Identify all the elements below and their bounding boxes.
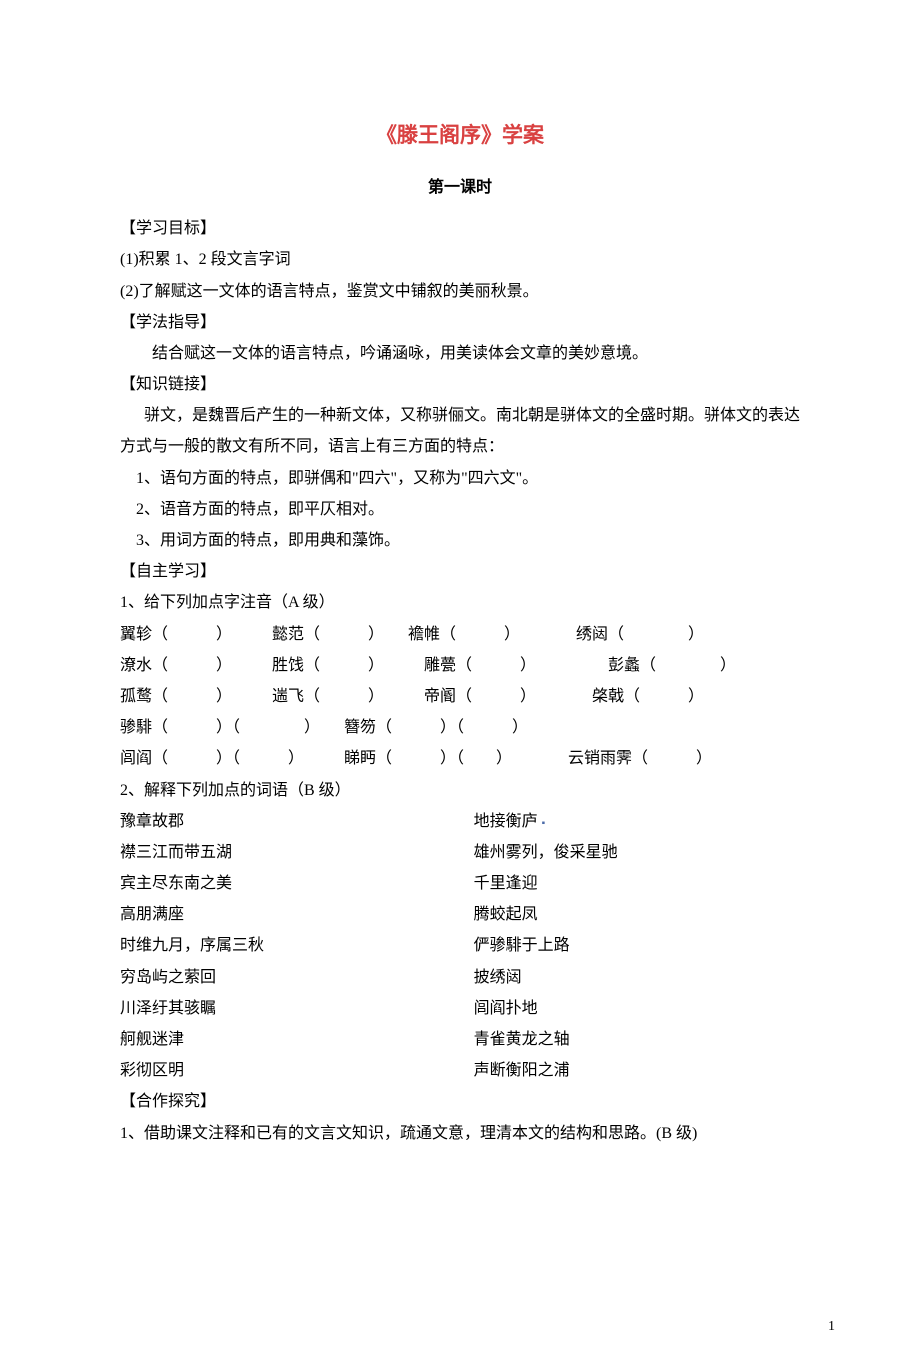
doc-title: 《滕王阁序》学案 bbox=[120, 115, 800, 156]
explain-left: 穷岛屿之萦回 bbox=[120, 962, 474, 993]
explain-row-5: 时维九月，序属三秋 俨骖騑于上路 bbox=[120, 930, 800, 961]
explain-row-1: 豫章故郡 地接衡庐 ▪ bbox=[120, 806, 800, 837]
explain-row-7: 川泽纡其骇瞩 闾阎扑地 bbox=[120, 993, 800, 1024]
knowledge-point-3: 3、用词方面的特点，即用典和藻饰。 bbox=[120, 525, 800, 556]
explain-row-8: 舸舰迷津 青雀黄龙之轴 bbox=[120, 1024, 800, 1055]
explain-right: 俨骖騑于上路 bbox=[474, 930, 800, 961]
explain-left: 川泽纡其骇瞩 bbox=[120, 993, 474, 1024]
explain-left: 襟三江而带五湖 bbox=[120, 837, 474, 868]
heading-goals: 【学习目标】 bbox=[120, 213, 800, 244]
explain-left: 宾主尽东南之美 bbox=[120, 868, 474, 899]
explain-left: 时维九月，序属三秋 bbox=[120, 930, 474, 961]
knowledge-point-2: 2、语音方面的特点，即平仄相对。 bbox=[120, 494, 800, 525]
explain-left: 豫章故郡 bbox=[120, 806, 474, 837]
explain-right: 青雀黄龙之轴 bbox=[474, 1024, 800, 1055]
explain-row-4: 高朋满座 腾蛟起凤 bbox=[120, 899, 800, 930]
explain-left: 高朋满座 bbox=[120, 899, 474, 930]
explain-row-2: 襟三江而带五湖 雄州雾列，俊采星驰 bbox=[120, 837, 800, 868]
pinyin-row-2: 潦水（ ） 胜饯（ ） 雕甍（ ） 彭蠡（ ） bbox=[120, 650, 800, 681]
self-prompt-1: 1、给下列加点字注音（A 级） bbox=[120, 587, 800, 618]
explain-right: 千里逢迎 bbox=[474, 868, 800, 899]
self-prompt-2: 2、解释下列加点的词语（B 级） bbox=[120, 775, 800, 806]
method-text: 结合赋这一文体的语言特点，吟诵涵咏，用美读体会文章的美妙意境。 bbox=[120, 338, 800, 369]
explain-row-3: 宾主尽东南之美 千里逢迎 bbox=[120, 868, 800, 899]
explain-left: 彩彻区明 bbox=[120, 1055, 474, 1086]
explain-row-6: 穷岛屿之萦回 披绣闼 bbox=[120, 962, 800, 993]
collab-item-1: 1、借助课文注释和已有的文言文知识，疏通文意，理清本文的结构和思路。(B 级) bbox=[120, 1118, 800, 1149]
explain-right: 雄州雾列，俊采星驰 bbox=[474, 837, 800, 868]
explain-right: 腾蛟起凤 bbox=[474, 899, 800, 930]
pinyin-row-5: 闾阎（ ）（ ） 睇眄（ ）（ ） 云销雨霁（ ） bbox=[120, 743, 800, 774]
page-number: 1 bbox=[828, 1313, 835, 1340]
explain-right: 地接衡庐 ▪ bbox=[474, 806, 800, 837]
heading-method: 【学法指导】 bbox=[120, 307, 800, 338]
explain-left: 舸舰迷津 bbox=[120, 1024, 474, 1055]
goal-item-2: (2)了解赋这一文体的语言特点，鉴赏文中铺叙的美丽秋景。 bbox=[120, 276, 800, 307]
explain-right: 声断衡阳之浦 bbox=[474, 1055, 800, 1086]
explain-right: 闾阎扑地 bbox=[474, 993, 800, 1024]
knowledge-intro: 骈文，是魏晋后产生的一种新文体，又称骈俪文。南北朝是骈体文的全盛时期。骈体文的表… bbox=[120, 400, 800, 462]
pinyin-row-4: 骖騑（ ）（ ） 簪笏（ ）（ ） bbox=[120, 712, 800, 743]
pinyin-row-3: 孤鹜（ ） 遄飞（ ） 帝阍（ ） 棨戟（ ） bbox=[120, 681, 800, 712]
explain-right: 披绣闼 bbox=[474, 962, 800, 993]
doc-subtitle: 第一课时 bbox=[120, 172, 800, 203]
goal-item-1: (1)积累 1、2 段文言字词 bbox=[120, 244, 800, 275]
heading-knowledge: 【知识链接】 bbox=[120, 369, 800, 400]
mark-icon: ▪ bbox=[542, 818, 546, 829]
knowledge-point-1: 1、语句方面的特点，即骈偶和"四六"，又称为"四六文"。 bbox=[120, 463, 800, 494]
pinyin-row-1: 翼轸（ ） 懿范（ ） 襜帷（ ） 绣闼（ ） bbox=[120, 619, 800, 650]
explain-row-9: 彩彻区明 声断衡阳之浦 bbox=[120, 1055, 800, 1086]
heading-collab: 【合作探究】 bbox=[120, 1086, 800, 1117]
heading-self: 【自主学习】 bbox=[120, 556, 800, 587]
